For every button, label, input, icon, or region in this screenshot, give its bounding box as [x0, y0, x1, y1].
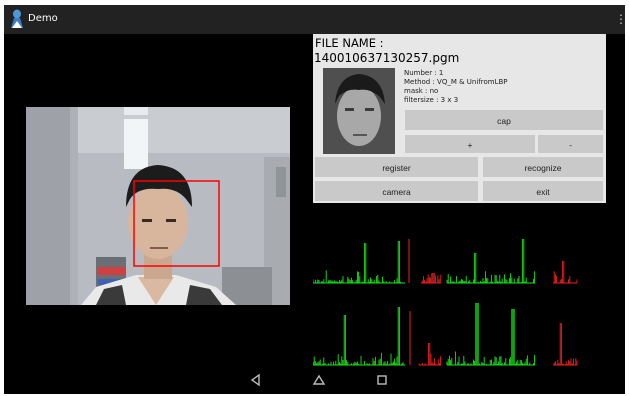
- camera-button[interactable]: camera: [315, 181, 478, 201]
- cap-button[interactable]: cap: [405, 110, 603, 130]
- back-icon[interactable]: [248, 372, 264, 388]
- face-thumbnail: [323, 68, 395, 154]
- action-bar: Demo ⋮: [4, 5, 625, 34]
- minus-button[interactable]: -: [538, 135, 603, 153]
- camera-preview: [26, 107, 290, 305]
- register-button[interactable]: register: [315, 157, 478, 177]
- home-icon[interactable]: [311, 372, 327, 388]
- exit-button[interactable]: exit: [483, 181, 603, 201]
- file-name-value: 140010637130257.pgm: [314, 51, 460, 65]
- navigation-bar: [4, 366, 625, 394]
- device-screen: Demo ⋮ FILE NAME: 140010637130257.pgm N…: [4, 5, 625, 394]
- camera-frame-image: [26, 107, 290, 305]
- info-number: Number : 1: [404, 69, 444, 77]
- feature-histograms: [313, 239, 578, 366]
- recents-icon[interactable]: [374, 372, 390, 388]
- overflow-menu-icon[interactable]: ⋮: [615, 12, 625, 26]
- plus-button[interactable]: +: [405, 135, 535, 153]
- file-name-label: FILE NAME :: [315, 36, 384, 50]
- recognize-button[interactable]: recognize: [483, 157, 603, 177]
- info-filtersize: filtersize : 3 x 3: [404, 96, 459, 104]
- info-method: Method : VQ_M & UnifromLBP: [404, 78, 508, 86]
- info-mask: mask : no: [404, 87, 439, 95]
- app-title: Demo: [28, 13, 58, 24]
- control-panel: FILE NAME : 140010637130257.pgm Number :…: [313, 34, 606, 203]
- app-figure-icon[interactable]: [8, 9, 26, 29]
